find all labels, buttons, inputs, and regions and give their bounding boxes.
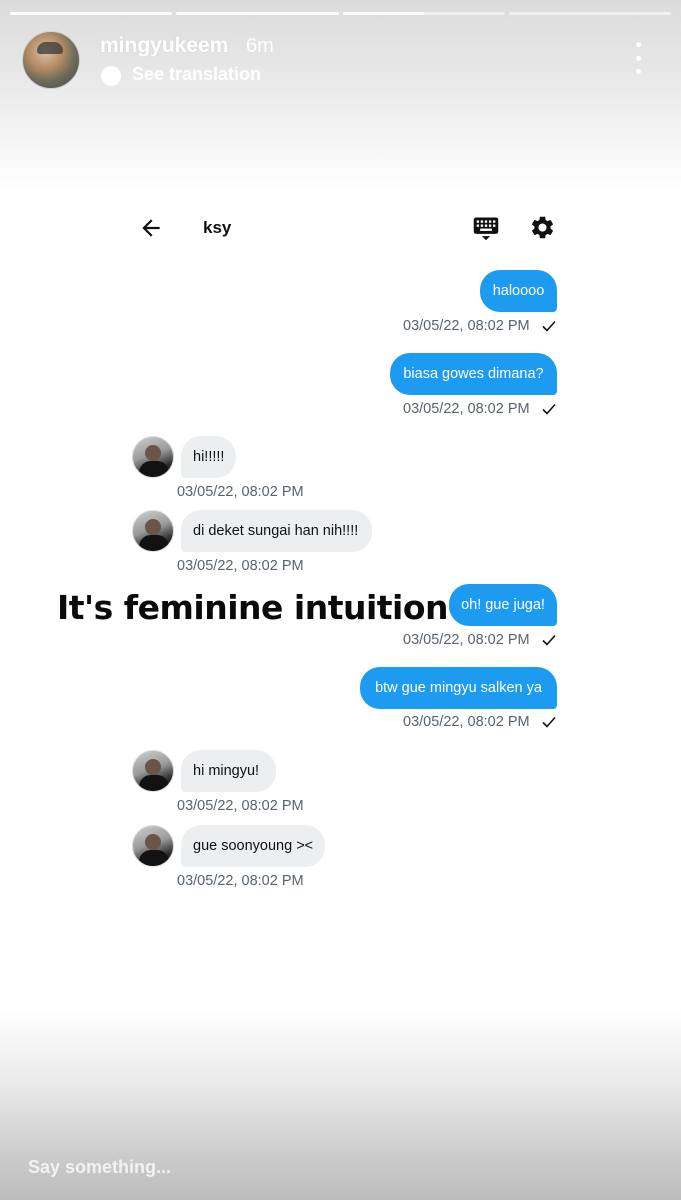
sender-avatar[interactable] — [132, 750, 174, 792]
story-progress-segment — [10, 12, 173, 15]
translate-icon[interactable] — [101, 66, 121, 86]
message-bubble-outgoing[interactable]: biasa gowes dimana? — [390, 353, 557, 395]
sender-avatar[interactable] — [132, 825, 174, 867]
story-timestamp: 6m — [246, 35, 274, 57]
story-username[interactable]: mingyukeem — [100, 34, 228, 58]
story-top-gradient — [0, 0, 681, 190]
checkmark-icon — [542, 320, 556, 332]
see-translation-link[interactable]: See translation — [132, 64, 261, 85]
story-user-avatar[interactable] — [22, 31, 80, 89]
back-arrow-icon[interactable] — [138, 215, 164, 241]
checkmark-icon — [542, 403, 556, 415]
message-bubble-outgoing[interactable]: oh! gue juga! — [449, 584, 557, 626]
story-progress-bar — [10, 12, 671, 15]
gear-icon[interactable] — [529, 214, 556, 241]
checkmark-icon — [542, 634, 556, 646]
message-bubble-outgoing[interactable]: btw gue mingyu salken ya — [360, 667, 557, 709]
sender-avatar[interactable] — [132, 510, 174, 552]
checkmark-icon — [542, 716, 556, 728]
message-timestamp: 03/05/22, 08:02 PM — [177, 484, 304, 500]
message-timestamp: 03/05/22, 08:02 PM — [403, 632, 530, 648]
message-bubble-incoming[interactable]: gue soonyoung >< — [181, 825, 325, 867]
message-timestamp: 03/05/22, 08:02 PM — [177, 873, 304, 889]
message-bubble-incoming[interactable]: hi mingyu! — [181, 750, 276, 792]
sender-avatar[interactable] — [132, 436, 174, 478]
story-caption-text: It's feminine intuition — [57, 588, 449, 627]
message-timestamp: 03/05/22, 08:02 PM — [403, 714, 530, 730]
message-timestamp: 03/05/22, 08:02 PM — [177, 798, 304, 814]
chat-title: ksy — [203, 218, 232, 237]
message-timestamp: 03/05/22, 08:02 PM — [403, 318, 530, 334]
message-bubble-incoming[interactable]: hi!!!!! — [181, 436, 236, 478]
message-bubble-incoming[interactable]: di deket sungai han nih!!!! — [181, 510, 372, 552]
story-reply-input[interactable]: Say something... — [28, 1157, 171, 1178]
message-bubble-outgoing[interactable]: haloooo — [480, 270, 557, 312]
story-progress-segment — [342, 12, 505, 15]
story-progress-segment — [508, 12, 671, 15]
keyboard-icon[interactable] — [472, 214, 500, 242]
message-timestamp: 03/05/22, 08:02 PM — [403, 401, 530, 417]
story-progress-segment — [176, 12, 339, 15]
message-timestamp: 03/05/22, 08:02 PM — [177, 558, 304, 574]
more-vertical-icon[interactable] — [632, 42, 644, 74]
